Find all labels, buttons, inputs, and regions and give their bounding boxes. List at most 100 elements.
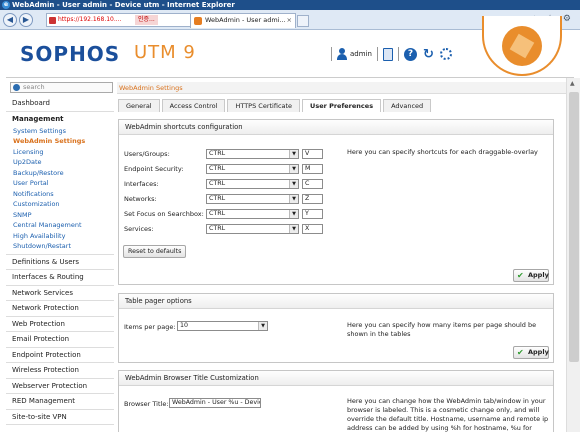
shortcut-modifier-select-endpoint-security[interactable]: CTRL ▼ [206,164,299,174]
sidebar-subitem-snmp[interactable]: SNMP [12,210,114,221]
sidebar-item-web-protection[interactable]: Web Protection [6,317,114,332]
back-arrow-icon[interactable]: ◀ [3,13,17,27]
shortcut-label-interfaces: Interfaces: [124,180,159,188]
divider [397,47,399,61]
sidebar-item-dashboard[interactable]: Dashboard [6,96,114,112]
tab-general[interactable]: General [118,99,160,112]
username-label[interactable]: admin [350,50,372,58]
pager-panel: Table pager options Items per page: 10 ▼… [118,293,554,363]
shortcut-label-users-groups: Users/Groups: [124,150,170,158]
sidebar-item-wireless-protection[interactable]: Wireless Protection [6,363,114,379]
ie-icon: e [2,1,10,9]
tab-advanced[interactable]: Advanced [383,99,432,112]
sidebar-item-network-protection[interactable]: Network Protection [6,301,114,317]
panel-title: WebAdmin shortcuts configuration [119,120,553,135]
page-scrollbar[interactable]: ▲ [566,78,580,432]
items-per-page-select[interactable]: 10 ▼ [177,321,268,331]
sidebar-item-webserver-protection[interactable]: Webserver Protection [6,379,114,394]
product-name: UTM 9 [134,42,196,63]
scroll-up-icon[interactable]: ▲ [570,80,575,87]
shortcut-key-input-users-groups[interactable]: V [302,149,323,159]
sidebar-item-management[interactable]: Management [12,112,114,126]
modifier-value: CTRL [209,195,226,202]
shortcuts-panel: WebAdmin shortcuts configuration Here yo… [118,119,554,285]
shortcut-modifier-select-users-groups[interactable]: CTRL ▼ [206,149,299,159]
browser-title-input[interactable]: WebAdmin - User %u - Devic [169,398,261,408]
shortcut-modifier-select-networks[interactable]: CTRL ▼ [206,194,299,204]
chevron-down-icon: ▼ [289,165,298,173]
apply-button[interactable]: ✔ Apply [513,346,549,359]
sidebar-subitem-backup-restore[interactable]: Backup/Restore [12,168,114,179]
browser-title-label: Browser Title: [124,400,169,408]
header-toolbar: admin ? ↻ [326,46,452,62]
shortcut-modifier-select-interfaces[interactable]: CTRL ▼ [206,179,299,189]
reload-icon[interactable]: ↻ [423,48,434,61]
shortcut-key-input-networks[interactable]: Z [302,194,323,204]
tab-https-certificate[interactable]: HTTPS Certificate [227,99,301,112]
sidebar-subitem-notifications[interactable]: Notifications [12,189,114,200]
forward-arrow-icon[interactable]: ▶ [19,13,33,27]
modifier-value: CTRL [209,180,226,187]
divider [376,47,378,61]
tab-access-control[interactable]: Access Control [161,99,226,112]
clipboard-icon[interactable] [382,47,393,61]
apply-button[interactable]: ✔ Apply [513,269,549,282]
sophos-logo: SOPHOS [20,42,121,66]
shortcut-key-input-services[interactable]: X [302,224,323,234]
shortcut-key-input-endpoint-security[interactable]: M [302,164,323,174]
search-placeholder: search [23,83,45,91]
panel-title: WebAdmin Browser Title Customization [119,371,553,386]
utm-emblem-logo [482,16,562,76]
chevron-down-icon: ▼ [289,225,298,233]
new-tab-button[interactable] [297,15,309,27]
page-icon [49,17,56,24]
sidebar-subitem-up2date[interactable]: Up2Date [12,157,114,168]
sidebar-item-email-protection[interactable]: Email Protection [6,332,114,348]
sidebar-subitem-customization[interactable]: Customization [12,199,114,210]
search-input[interactable]: search [10,82,113,93]
shortcut-modifier-select-set-focus-on-searchbox[interactable]: CTRL ▼ [206,209,299,219]
items-per-page-label: Items per page: [124,323,176,331]
browser-tab-webadmin[interactable]: WebAdmin - User admi... × [190,13,296,28]
help-icon[interactable]: ? [403,47,417,61]
sidebar-subitem-shutdown-restart[interactable]: Shutdown/Restart [12,241,114,252]
modifier-value: CTRL [209,210,226,217]
activity-icon[interactable] [439,48,452,60]
tab-user-preferences[interactable]: User Preferences [302,99,382,112]
window-title: WebAdmin - User admin - Device utm - Int… [12,1,235,9]
modifier-value: CTRL [209,165,226,172]
chevron-down-icon: ▼ [258,322,267,330]
sidebar-subitem-licensing[interactable]: Licensing [12,147,114,158]
app-header: SOPHOS UTM 9 admin ? ↻ [6,16,574,78]
divider [331,47,332,61]
reset-to-defaults-button[interactable]: Reset to defaults [123,245,187,258]
shortcut-modifier-select-services[interactable]: CTRL ▼ [206,224,299,234]
cert-error-badge[interactable]: 인증... [135,15,158,25]
user-icon[interactable] [337,48,347,60]
scrollbar-thumb[interactable] [569,92,579,362]
checkmark-icon: ✔ [517,271,524,280]
shortcut-key-input-interfaces[interactable]: C [302,179,323,189]
chevron-down-icon: ▼ [289,195,298,203]
sidebar-subitem-user-portal[interactable]: User Portal [12,178,114,189]
search-icon [13,84,20,91]
sidebar-item-definitions-users[interactable]: Definitions & Users [6,255,114,270]
sidebar-item-endpoint-protection[interactable]: Endpoint Protection [6,348,114,363]
sidebar-item-site-to-site-vpn[interactable]: Site-to-site VPN [6,410,114,425]
sidebar-section-management: Management System Settings WebAdmin Setti… [6,112,114,255]
shortcut-label-services: Services: [124,225,154,233]
chevron-down-icon: ▼ [289,150,298,158]
sidebar-subitem-central-management[interactable]: Central Management [12,220,114,231]
sophos-favicon-icon [194,17,202,25]
shortcut-key-input-set-focus-on-searchbox[interactable]: Y [302,209,323,219]
browser-tab-title: WebAdmin - User admi... [205,16,286,24]
sidebar-subitem-system-settings[interactable]: System Settings [12,126,114,137]
browser-title-panel: WebAdmin Browser Title Customization Bro… [118,370,554,432]
sidebar-subitem-webadmin-settings[interactable]: WebAdmin Settings [12,136,114,147]
sidebar-item-interfaces-routing[interactable]: Interfaces & Routing [6,270,114,286]
sidebar-item-network-services[interactable]: Network Services [6,286,114,301]
close-tab-icon[interactable]: × [287,14,292,27]
sidebar-subitem-high-availability[interactable]: High Availability [12,231,114,242]
url-text: https://192.168.10.... [58,16,122,23]
sidebar-item-red-management[interactable]: RED Management [6,394,114,410]
